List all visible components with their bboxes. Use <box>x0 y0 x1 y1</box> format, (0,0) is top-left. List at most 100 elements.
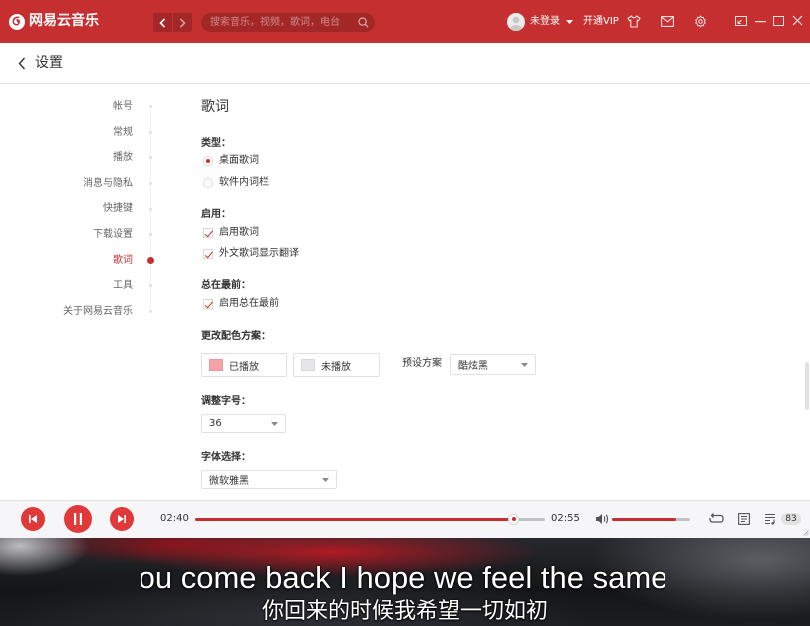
nav-dot <box>148 284 152 288</box>
nav-dot <box>146 256 154 264</box>
next-button[interactable] <box>110 507 134 531</box>
on-top-group-label: 总在最前： <box>201 280 251 291</box>
settings-icon[interactable] <box>694 15 707 28</box>
lyrics-icon[interactable] <box>738 513 750 525</box>
chevron-left-icon <box>159 17 166 28</box>
mini-mode-icon[interactable] <box>735 16 747 26</box>
chevron-down-icon[interactable] <box>566 20 573 24</box>
type-group-label: 类型： <box>201 138 231 149</box>
checkbox-indicator[interactable] <box>203 228 213 238</box>
content-scrollbar[interactable] <box>805 362 809 410</box>
minimize-icon[interactable] <box>755 21 766 23</box>
header-divider <box>0 83 810 84</box>
font-size-label: 调整字号： <box>201 396 251 407</box>
checkbox-always-on-top[interactable]: 启用总在最前 <box>203 298 279 310</box>
option-label: 软件内词栏 <box>219 177 269 188</box>
resize-grip-icon[interactable] <box>803 530 809 536</box>
chevron-left-icon <box>18 57 26 70</box>
previous-button[interactable] <box>21 507 45 531</box>
skin-icon[interactable] <box>627 15 641 28</box>
volume-slider[interactable] <box>612 517 690 521</box>
checkbox-indicator[interactable] <box>203 249 213 259</box>
preset-select-value: 酷炫黑 <box>458 361 488 372</box>
pause-button[interactable] <box>64 505 92 533</box>
preset-select[interactable]: 酷炫黑 <box>450 354 536 375</box>
pause-icon <box>73 513 83 525</box>
maximize-icon[interactable] <box>773 16 784 26</box>
section-title: 歌词 <box>201 99 229 115</box>
option-label: 桌面歌词 <box>219 155 259 166</box>
radio-desktop-lyrics[interactable]: 桌面歌词 <box>203 155 259 167</box>
nav-item-label: 常规 <box>113 126 133 138</box>
mail-icon[interactable] <box>661 16 674 27</box>
nav-dot <box>148 130 152 134</box>
nav-item-label: 工具 <box>113 280 133 292</box>
search-input[interactable] <box>210 13 355 32</box>
chevron-down-icon <box>521 362 528 367</box>
close-icon[interactable] <box>792 15 803 26</box>
nav-dot <box>148 207 152 211</box>
lyric-translation[interactable]: 你回来的时候我希望一切如初 <box>0 600 810 624</box>
search-icon[interactable] <box>358 17 369 28</box>
font-size-select[interactable]: 36 <box>201 414 286 433</box>
avatar-icon <box>507 13 525 31</box>
option-label: 外文歌词显示翻译 <box>219 248 299 259</box>
login-link[interactable]: 未登录 <box>530 15 560 28</box>
nav-dot <box>148 310 152 314</box>
nav-dot <box>148 105 152 109</box>
playlist-icon[interactable] <box>764 513 778 525</box>
checkbox-enable-lyrics[interactable]: 启用歌词 <box>203 227 259 239</box>
progress-bar[interactable] <box>195 513 545 525</box>
radio-indicator[interactable] <box>203 156 213 166</box>
vip-link[interactable]: 开通VIP <box>583 15 619 28</box>
nav-item-tools[interactable]: 工具 <box>0 273 152 299</box>
checkbox-indicator[interactable] <box>203 299 213 309</box>
nav-item-about[interactable]: 关于网易云音乐 <box>0 299 152 325</box>
nav-item-lyrics[interactable]: 歌词 <box>0 248 154 274</box>
chevron-right-icon <box>179 17 186 28</box>
progress-fill <box>195 517 514 521</box>
volume-icon[interactable] <box>595 513 609 525</box>
nav-item-label: 播放 <box>113 152 133 164</box>
nav-item-shortcuts[interactable]: 快捷键 <box>0 196 152 222</box>
desktop-lyrics-overlay: ou come back I hope we feel the same 你回来… <box>0 538 810 626</box>
played-color-button[interactable]: 已播放 <box>201 353 287 377</box>
history-back-button[interactable] <box>153 13 172 32</box>
avatar[interactable] <box>507 13 525 31</box>
loop-icon[interactable] <box>709 513 724 525</box>
history-forward-button[interactable] <box>173 13 192 32</box>
preset-label: 预设方案 <box>402 358 442 369</box>
nav-item-label: 关于网易云音乐 <box>63 305 133 317</box>
nav-item-label: 下载设置 <box>93 228 133 240</box>
radio-indicator[interactable] <box>203 178 213 188</box>
checkbox-show-translation[interactable]: 外文歌词显示翻译 <box>203 248 299 260</box>
nav-item-label: 消息与隐私 <box>83 177 133 189</box>
nav-item-account[interactable]: 帐号 <box>0 94 152 120</box>
page-title: 设置 <box>35 55 63 71</box>
previous-icon <box>28 514 38 524</box>
font-family-value: 微软雅黑 <box>209 476 249 487</box>
font-size-value: 36 <box>209 418 222 429</box>
title-bar: 网易云音乐 未登录 开通VIP <box>0 0 810 43</box>
settings-back-button[interactable] <box>16 55 28 71</box>
font-family-label: 字体选择： <box>201 452 251 463</box>
next-icon <box>117 514 127 524</box>
search-box[interactable] <box>201 13 375 32</box>
lyric-line[interactable]: ou come back I hope we feel the same <box>141 561 665 595</box>
color-scheme-label: 更改配色方案： <box>201 331 271 342</box>
nav-item-label: 快捷键 <box>103 203 133 215</box>
unplayed-color-button[interactable]: 未播放 <box>293 353 380 377</box>
nav-item-general[interactable]: 常规 <box>0 120 152 146</box>
nav-item-downloads[interactable]: 下载设置 <box>0 222 152 248</box>
unplayed-color-swatch <box>301 359 315 371</box>
nav-dot <box>148 182 152 186</box>
playlist-count-badge[interactable]: 83 <box>781 513 801 525</box>
elapsed-time: 02:40 <box>160 513 189 524</box>
progress-knob[interactable] <box>508 513 519 525</box>
nav-item-playback[interactable]: 播放 <box>0 145 152 171</box>
font-family-select[interactable]: 微软雅黑 <box>201 470 337 489</box>
option-label: 启用总在最前 <box>219 298 279 309</box>
radio-in-app-lyrics-bar[interactable]: 软件内词栏 <box>203 177 269 189</box>
nav-item-privacy[interactable]: 消息与隐私 <box>0 171 152 197</box>
app-logo[interactable]: 网易云音乐 <box>9 11 99 32</box>
